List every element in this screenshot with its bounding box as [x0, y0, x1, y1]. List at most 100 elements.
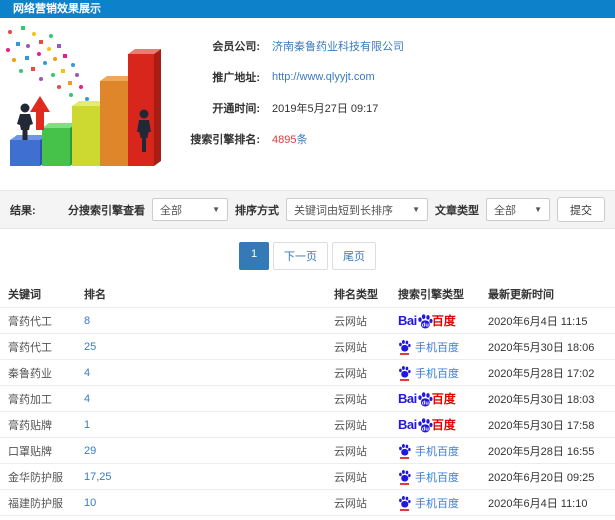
rank-type-cell: 云网站	[334, 393, 367, 406]
rank-type-cell: 云网站	[334, 419, 367, 432]
rank-count: 4895	[272, 134, 297, 146]
baidu-logo: Bai du 百度	[398, 313, 456, 329]
rank-link[interactable]: 8	[84, 315, 90, 327]
filter-controls: 分搜索引擎查看 全部 ▼ 排序方式 关键词由短到长排序 ▼ 文章类型 全部 ▼ …	[68, 197, 605, 222]
baidu-icon-underline	[400, 482, 409, 485]
updated-cell: 2020年5月28日 17:02	[488, 367, 595, 380]
chevron-down-icon: ▼	[412, 205, 420, 214]
keyword-cell: 福建防护服	[8, 497, 63, 510]
table-row: 膏药代工 8 云网站 Bai du 百度 2020年6月4日 11:15	[0, 307, 615, 333]
updated-cell: 2020年5月30日 18:06	[488, 341, 595, 354]
mobile-baidu-icon	[398, 495, 411, 511]
mobile-baidu-label: 手机百度	[415, 497, 459, 510]
table-row: 膏药贴牌 1 云网站 Bai du 百度 2020年5月30日 17:58	[0, 411, 615, 437]
keyword-cell: 膏药贴牌	[8, 419, 52, 432]
engine-cell: 手机百度	[398, 495, 488, 511]
opened-label: 开通时间:	[212, 103, 260, 115]
chevron-down-icon: ▼	[534, 205, 542, 214]
svg-text:du: du	[422, 400, 429, 406]
baidu-icon-underline	[400, 378, 409, 381]
bars	[10, 49, 161, 166]
table-row: 秦鲁药业 4 云网站 手机百度 2020年5月28日 17:02	[0, 359, 615, 385]
mobile-baidu-badge[interactable]: 手机百度	[398, 339, 459, 355]
engine-rank-label: 搜索引擎排名:	[190, 134, 260, 146]
rank-type-cell: 云网站	[334, 445, 367, 458]
engine-rank-row: 搜索引擎排名: 4895条	[182, 131, 615, 147]
engine-cell: 手机百度	[398, 443, 488, 459]
header-rank-type: 排名类型	[334, 289, 378, 301]
mobile-baidu-badge[interactable]: 手机百度	[398, 365, 459, 381]
rank-type-cell: 云网站	[334, 315, 367, 328]
baidu-paw-icon	[399, 469, 411, 481]
next-page-button[interactable]: 下一页	[273, 242, 328, 270]
mobile-baidu-icon	[398, 469, 411, 485]
rank-type-cell: 云网站	[334, 341, 367, 354]
promo-url-link[interactable]: http://www.qlyyjt.com	[272, 71, 375, 83]
mobile-baidu-badge[interactable]: 手机百度	[398, 443, 459, 459]
engine-cell: 手机百度	[398, 365, 488, 381]
url-label: 推广地址:	[212, 72, 260, 84]
mobile-baidu-label: 手机百度	[415, 445, 459, 458]
baidu-paw-icon: du	[418, 417, 433, 432]
company-row: 会员公司: 济南秦鲁药业科技有限公司	[182, 38, 615, 54]
table-row: 金华防护服 17,25 云网站 手机百度 2020年6月20日 09:25	[0, 463, 615, 489]
keyword-cell: 膏药代工	[8, 315, 52, 328]
article-type-select[interactable]: 全部 ▼	[486, 198, 550, 221]
last-page-button[interactable]: 尾页	[332, 242, 376, 270]
engine-filter-label: 分搜索引擎查看	[68, 204, 145, 217]
engine-cell: Bai du 百度	[398, 417, 488, 433]
updated-cell: 2020年6月20日 09:25	[488, 471, 595, 484]
mobile-baidu-badge[interactable]: 手机百度	[398, 469, 459, 485]
baidu-logo: Bai du 百度	[398, 391, 456, 407]
keyword-cell: 秦鲁药业	[8, 367, 52, 380]
updated-cell: 2020年5月30日 18:03	[488, 393, 595, 406]
opened-value: 2019年5月27日 09:17	[272, 103, 379, 115]
rank-type-cell: 云网站	[334, 497, 367, 510]
keyword-cell: 膏药代工	[8, 341, 52, 354]
engine-cell: Bai du 百度	[398, 313, 488, 329]
header-rank: 排名	[84, 289, 106, 301]
baidu-paw-icon: du	[418, 391, 433, 406]
sort-select[interactable]: 关键词由短到长排序 ▼	[286, 198, 428, 221]
header-engine-type: 搜索引擎类型	[398, 289, 464, 301]
svg-text:du: du	[422, 322, 429, 328]
updated-cell: 2020年6月4日 11:10	[488, 497, 588, 510]
engine-rank-value: 4895条	[272, 131, 307, 147]
sort-filter-label: 排序方式	[235, 204, 279, 217]
rank-link[interactable]: 17,25	[84, 471, 112, 483]
header-keyword: 关键词	[8, 289, 41, 301]
engine-select[interactable]: 全部 ▼	[152, 198, 228, 221]
url-row: 推广地址: http://www.qlyyjt.com	[182, 69, 615, 85]
mobile-baidu-label: 手机百度	[415, 341, 459, 354]
rank-type-cell: 云网站	[334, 471, 367, 484]
page-button-current[interactable]: 1	[239, 242, 269, 270]
submit-button[interactable]: 提交	[557, 197, 605, 222]
rank-link[interactable]: 25	[84, 341, 96, 353]
summary-section: 会员公司: 济南秦鲁药业科技有限公司 推广地址: http://www.qlyy…	[0, 18, 615, 188]
keyword-cell: 口罩贴牌	[8, 445, 52, 458]
rank-link[interactable]: 29	[84, 445, 96, 457]
rank-link[interactable]: 1	[84, 419, 90, 431]
mobile-baidu-badge[interactable]: 手机百度	[398, 495, 459, 511]
baidu-paw-icon	[399, 365, 411, 377]
mobile-baidu-icon	[398, 339, 411, 355]
updated-cell: 2020年5月30日 17:58	[488, 419, 595, 432]
table-header-row: 关键词 排名 排名类型 搜索引擎类型 最新更新时间	[0, 281, 615, 307]
table-row: 膏药代工 25 云网站 手机百度 2020年5月30日 18:06	[0, 333, 615, 359]
table-row: 口罩贴牌 29 云网站 手机百度 2020年5月28日 16:55	[0, 437, 615, 463]
rank-link[interactable]: 4	[84, 393, 90, 405]
page-title: 网络营销效果展示	[13, 3, 101, 15]
baidu-paw-icon	[399, 443, 411, 455]
table-row: 福建防护服 10 云网站 手机百度 2020年6月4日 11:10	[0, 489, 615, 515]
pagination: 1 下一页 尾页	[0, 242, 615, 270]
sort-select-value: 关键词由短到长排序	[294, 204, 393, 217]
article-type-label: 文章类型	[435, 204, 479, 217]
baidu-icon-underline	[400, 456, 409, 459]
keyword-cell: 金华防护服	[8, 471, 63, 484]
rank-link[interactable]: 4	[84, 367, 90, 379]
rank-link[interactable]: 10	[84, 497, 96, 509]
company-link[interactable]: 济南秦鲁药业科技有限公司	[272, 38, 404, 54]
rank-unit: 条	[296, 134, 308, 146]
company-label: 会员公司:	[212, 41, 260, 53]
company-info-panel: 会员公司: 济南秦鲁药业科技有限公司 推广地址: http://www.qlyy…	[182, 18, 615, 188]
